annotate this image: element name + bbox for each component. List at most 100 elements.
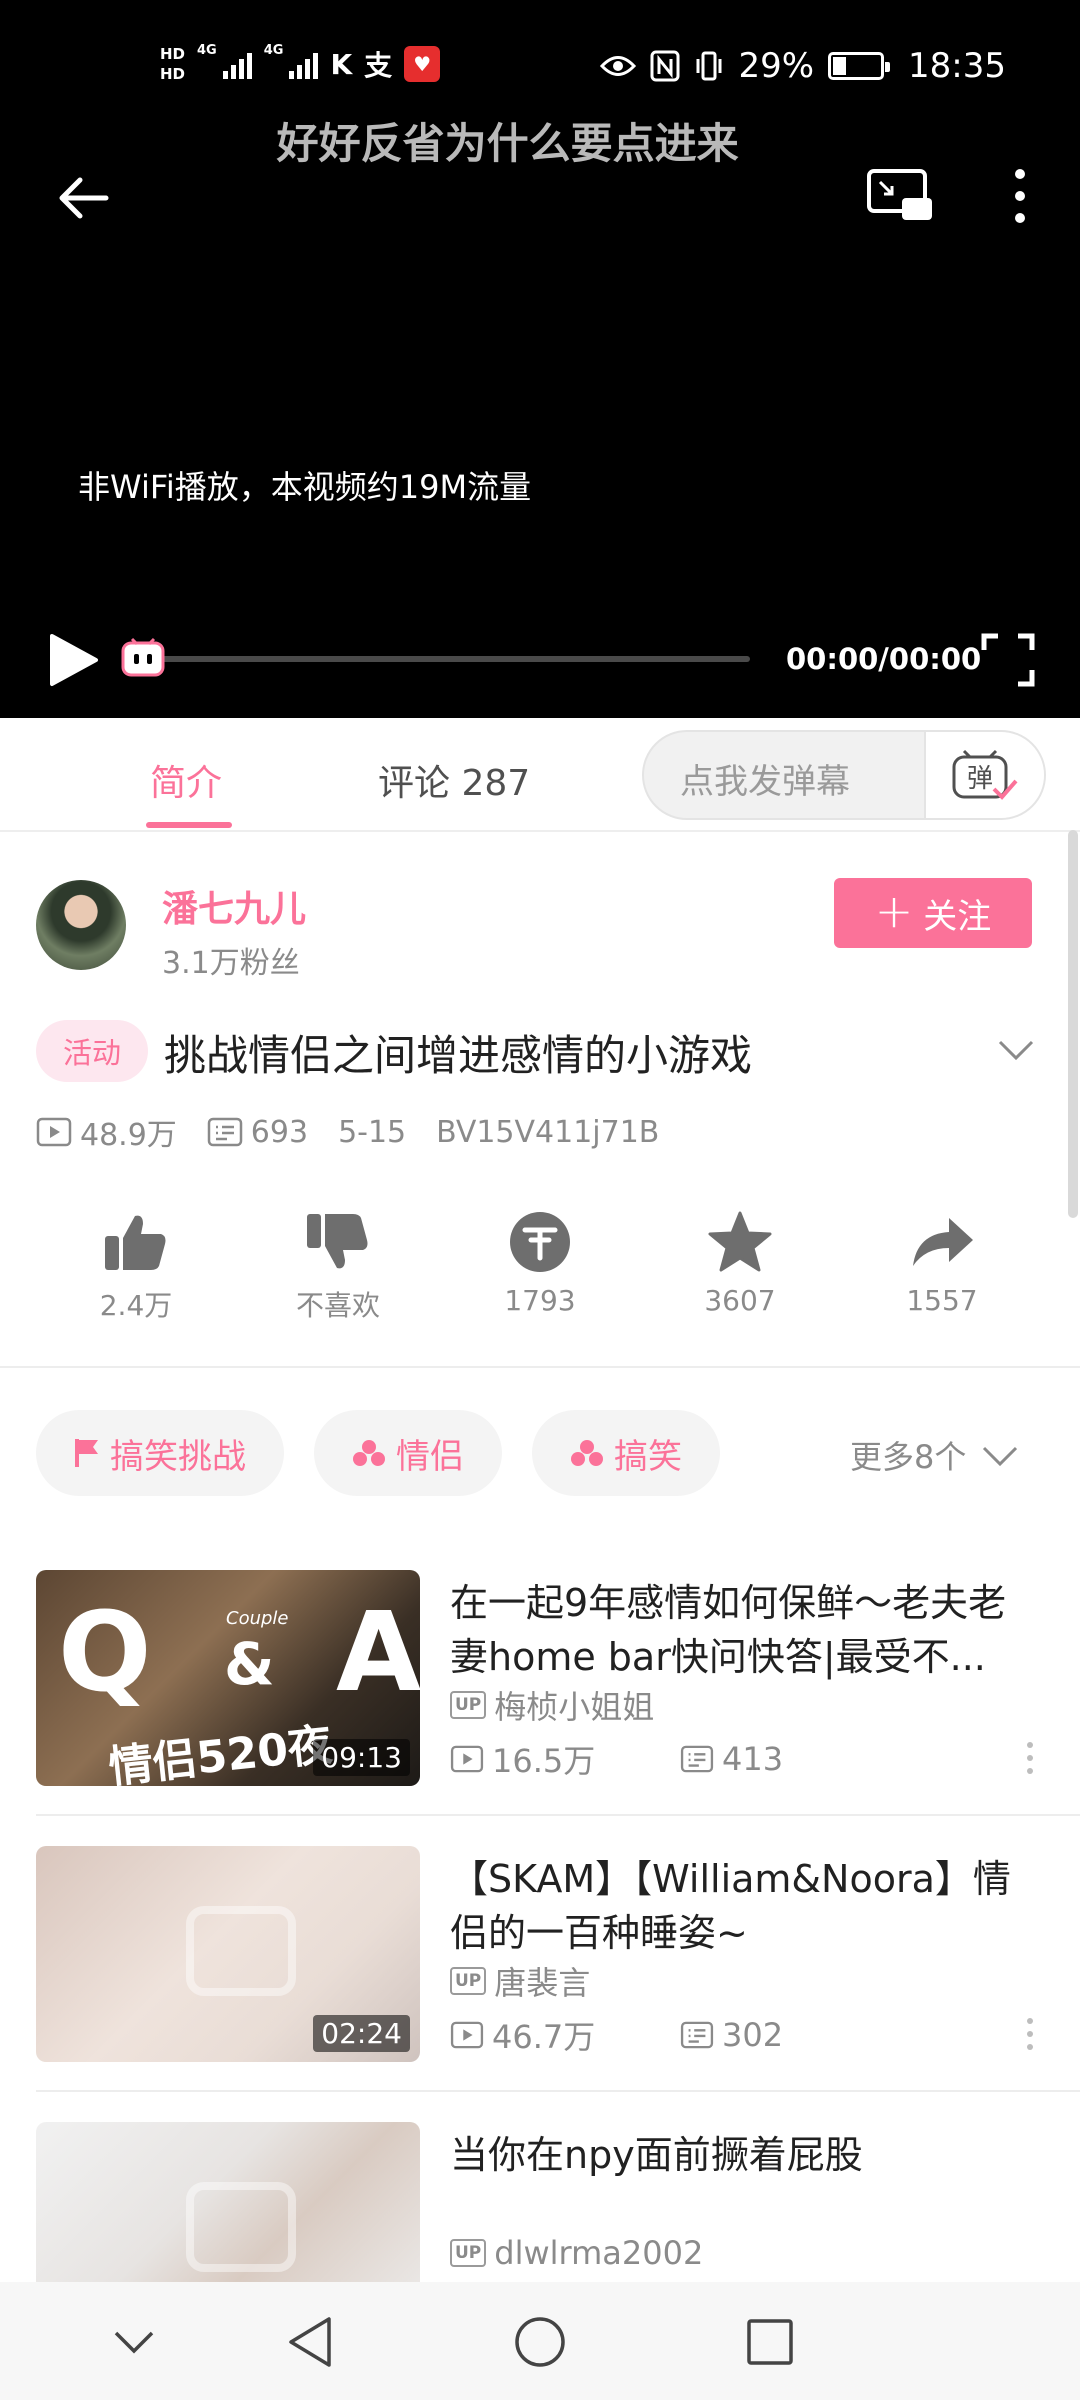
status-left: HD HD 4G 4G K 支 ♥ bbox=[160, 43, 441, 84]
danmaku-value: 302 bbox=[722, 2016, 784, 2054]
chip-label: 搞笑 bbox=[614, 1436, 682, 1477]
favorite-button[interactable]: 3607 bbox=[660, 1210, 820, 1317]
cover-text-amp: & bbox=[224, 1630, 275, 1698]
thumbs-up-icon bbox=[105, 1215, 166, 1270]
coin-count: 1793 bbox=[504, 1284, 576, 1317]
network-gen-2: 4G bbox=[263, 43, 284, 58]
chip-label: 搞笑挑战 bbox=[110, 1436, 246, 1477]
dislike-label: 不喜欢 bbox=[295, 1289, 380, 1322]
more-vertical-icon[interactable] bbox=[1024, 1740, 1036, 1776]
action-bar: 2.4万 不喜欢 1793 3607 1557 bbox=[0, 1210, 1080, 1340]
vibrate-icon bbox=[696, 51, 722, 81]
playback-time: 00:00/00:00 bbox=[786, 642, 982, 676]
danmaku-toggle-icon: 弹 bbox=[952, 749, 1018, 800]
system-nav-bar bbox=[0, 2282, 1080, 2400]
battery-icon bbox=[828, 52, 891, 80]
fullscreen-icon[interactable] bbox=[980, 632, 1036, 688]
recents-square-icon bbox=[747, 2319, 793, 2365]
related-uploader[interactable]: UP dlwlrma2002 bbox=[450, 2234, 703, 2272]
more-tags-label: 更多8个 bbox=[850, 1438, 967, 1476]
watermark-icon bbox=[186, 2182, 296, 2272]
danmaku-toggle-label: 弹 bbox=[967, 764, 993, 794]
video-player[interactable]: HD HD 4G 4G K 支 ♥ 29% 18:35 好好反省为什么要点进来 … bbox=[0, 0, 1080, 718]
more-vertical-icon[interactable] bbox=[1000, 164, 1040, 228]
video-thumbnail[interactable]: Q Couple & A 情侣520夜 09:13 bbox=[36, 1570, 420, 1786]
nav-recents-button[interactable] bbox=[738, 2310, 802, 2374]
video-duration: 02:24 bbox=[313, 2015, 410, 2052]
progress-thumb-icon[interactable] bbox=[120, 636, 166, 680]
progress-bar[interactable] bbox=[122, 656, 750, 662]
tag-chips: 搞笑挑战 情侣 搞笑 bbox=[36, 1410, 720, 1496]
section-divider bbox=[0, 1366, 1080, 1368]
cover-text-couple: Couple bbox=[226, 1608, 289, 1629]
clock: 18:35 bbox=[908, 46, 1006, 86]
more-tags-button[interactable]: 更多8个 bbox=[850, 1432, 1020, 1478]
related-video-1[interactable]: Q Couple & A 情侣520夜 09:13 在一起9年感情如何保鲜～老夫… bbox=[36, 1570, 1044, 1786]
related-video-2[interactable]: 02:24 【SKAM】【William&Noora】情侣的一百种睡姿~ UP … bbox=[36, 1846, 1044, 2062]
app-red-icon: ♥ bbox=[404, 46, 441, 82]
star-icon bbox=[708, 1211, 772, 1272]
chevron-down-icon bbox=[983, 1446, 1018, 1467]
danmaku-toggle-button[interactable]: 弹 bbox=[924, 732, 1044, 818]
scrollbar[interactable] bbox=[1068, 830, 1078, 1218]
content-tabs: 简介 评论 287 点我发弹幕 弹 bbox=[0, 718, 1080, 832]
chip-couple[interactable]: 情侣 bbox=[314, 1410, 502, 1496]
chip-funny-challenge[interactable]: 搞笑挑战 bbox=[36, 1410, 284, 1496]
related-stats: 46.7万 302 bbox=[450, 2012, 910, 2058]
danmaku-value: 413 bbox=[722, 1740, 784, 1778]
chip-funny[interactable]: 搞笑 bbox=[532, 1410, 720, 1496]
meta-danmaku: 693 bbox=[207, 1115, 308, 1150]
related-title[interactable]: 在一起9年感情如何保鲜～老夫老妻home bar快问快答|最受不... bbox=[450, 1576, 1044, 1684]
play-count-icon bbox=[450, 2021, 484, 2049]
tab-intro[interactable]: 简介 bbox=[150, 754, 222, 806]
more-vertical-icon[interactable] bbox=[1024, 2016, 1036, 2052]
back-triangle-icon bbox=[289, 2317, 331, 2367]
nav-back-button[interactable] bbox=[278, 2310, 342, 2374]
channel-icon bbox=[353, 1440, 385, 1466]
network-gen-1: 4G bbox=[197, 43, 217, 58]
danmaku-count-icon bbox=[680, 1745, 714, 1773]
cast-screen-icon[interactable] bbox=[866, 168, 934, 224]
eye-icon bbox=[600, 56, 637, 76]
alipay-icon: 支 bbox=[364, 49, 393, 82]
related-title[interactable]: 当你在npy面前撅着屁股 bbox=[450, 2128, 1044, 2182]
danmaku-count-icon bbox=[207, 1117, 243, 1147]
nav-hide-button[interactable] bbox=[102, 2310, 166, 2374]
back-arrow-icon[interactable] bbox=[52, 168, 112, 228]
list-divider bbox=[36, 1814, 1080, 1816]
hd-indicator: HD HD bbox=[160, 44, 185, 84]
like-button[interactable]: 2.4万 bbox=[56, 1210, 216, 1324]
app-k-icon: K bbox=[330, 47, 353, 81]
coin-button[interactable]: 1793 bbox=[460, 1210, 620, 1317]
related-views: 46.7万 bbox=[450, 2012, 680, 2058]
video-title: 挑战情侣之间增进感情的小游戏 bbox=[164, 1031, 753, 1080]
tab-comments[interactable]: 评论 287 bbox=[378, 754, 530, 806]
video-thumbnail[interactable]: 02:24 bbox=[36, 1846, 420, 2062]
views-value: 48.9万 bbox=[80, 1118, 177, 1153]
danmaku-value: 693 bbox=[250, 1114, 309, 1150]
danmaku-input[interactable]: 点我发弹幕 bbox=[680, 754, 850, 803]
chevron-down-icon[interactable] bbox=[994, 1030, 1038, 1070]
danmaku-bar[interactable]: 点我发弹幕 弹 bbox=[642, 730, 1046, 820]
video-duration: 09:13 bbox=[313, 1739, 410, 1776]
coin-icon bbox=[510, 1212, 570, 1272]
flag-icon bbox=[75, 1439, 98, 1467]
activity-tag[interactable]: 活动 bbox=[36, 1020, 148, 1082]
related-uploader[interactable]: UP 唐裴言 bbox=[450, 1958, 590, 2004]
watermark-icon bbox=[186, 1906, 296, 1996]
related-title[interactable]: 【SKAM】【William&Noora】情侣的一百种睡姿~ bbox=[450, 1852, 1044, 1960]
related-views: 16.5万 bbox=[450, 1736, 680, 1782]
related-uploader[interactable]: UP 梅桢小姐姐 bbox=[450, 1682, 654, 1728]
nav-home-button[interactable] bbox=[508, 2310, 572, 2374]
share-count: 1557 bbox=[906, 1284, 978, 1317]
share-button[interactable]: 1557 bbox=[862, 1210, 1022, 1317]
share-icon bbox=[913, 1218, 973, 1266]
dislike-button[interactable]: 不喜欢 bbox=[258, 1210, 418, 1324]
meta-bvid: BV15V411j71B bbox=[436, 1114, 660, 1150]
follow-button[interactable]: + 关注 bbox=[834, 878, 1032, 948]
author-avatar[interactable] bbox=[36, 880, 126, 970]
author-name[interactable]: 潘七九儿 bbox=[162, 880, 306, 932]
video-meta: 48.9万 693 5-15 BV15V411j71B bbox=[36, 1110, 689, 1154]
up-badge-icon: UP bbox=[450, 1691, 487, 1719]
play-icon[interactable] bbox=[42, 630, 102, 690]
